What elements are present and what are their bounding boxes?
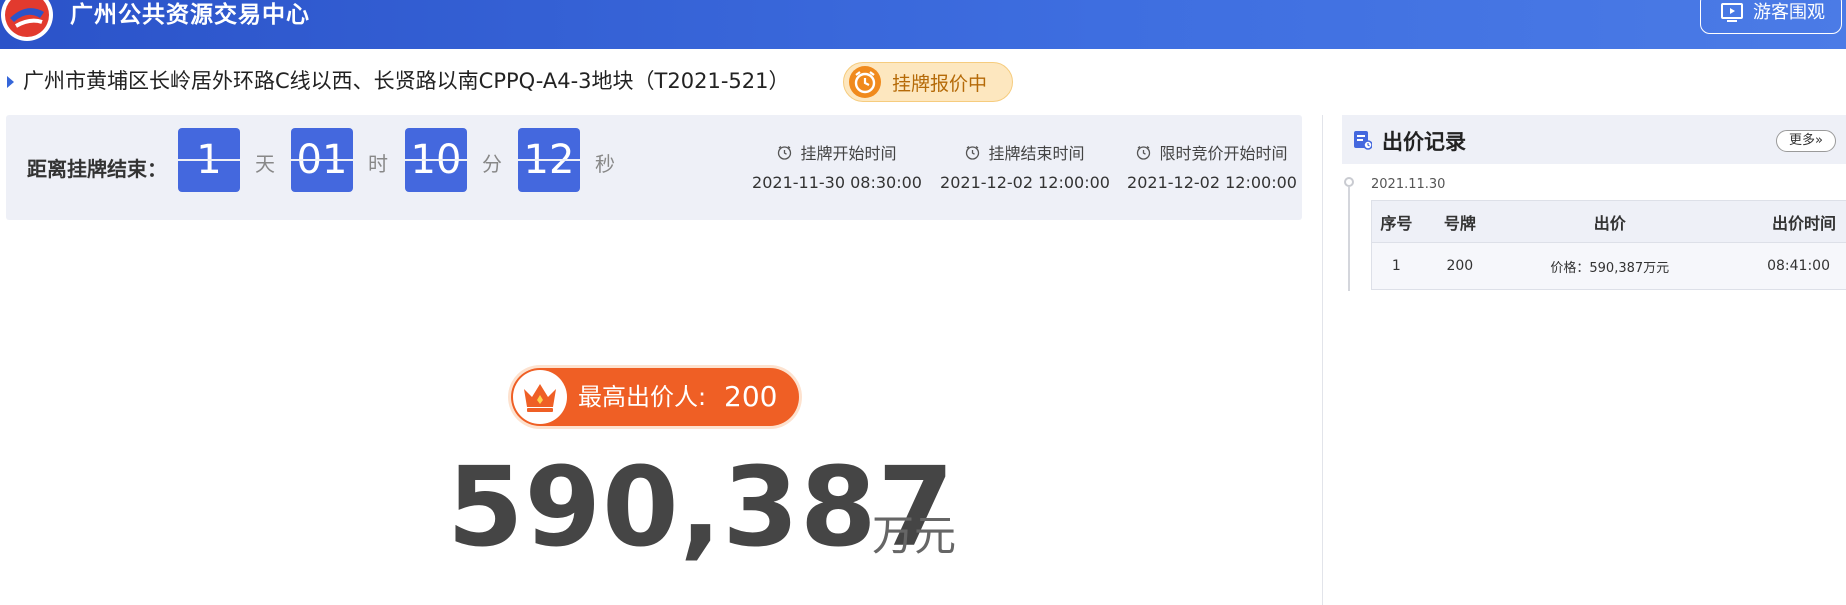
minutes-unit: 分 <box>482 152 502 176</box>
countdown-panel: 距离挂牌结束： 1 天 01 时 10 分 12 秒 挂牌开始时间 2021-1… <box>6 115 1302 220</box>
countdown-days: 1 <box>178 128 240 192</box>
countdown-label: 距离挂牌结束： <box>27 157 167 181</box>
row-seq: 1 <box>1370 242 1421 290</box>
highest-bidder-label: 最高出价人: <box>578 383 707 411</box>
row-bid-time: 08:41:00 <box>1720 242 1846 290</box>
table-row: 1 200 价格：590,387万元 08:41:00 <box>1370 242 1846 290</box>
row-bid: 价格：590,387万元 <box>1498 242 1721 290</box>
top-header: 广州公共资源交易中心 游客围观 <box>0 0 1846 49</box>
days-unit: 天 <box>255 152 275 176</box>
guest-view-label: 游客围观 <box>1753 2 1825 23</box>
listing-end-value: 2021-12-02 12:00:00 <box>940 173 1110 192</box>
listing-start-time: 挂牌开始时间 2021-11-30 08:30:00 <box>747 141 927 192</box>
row-number: 200 <box>1420 242 1499 290</box>
countdown-seconds: 12 <box>518 128 580 192</box>
listing-end-label: 挂牌结束时间 <box>988 144 1085 163</box>
highest-bidder-number: 200 <box>724 380 778 413</box>
timeline-line <box>1348 187 1350 291</box>
timeline-dot <box>1344 177 1354 187</box>
title-arrow-icon <box>7 76 14 88</box>
bidding-start-time: 限时竞价开始时间 2021-12-02 12:00:00 <box>1122 141 1302 192</box>
listing-end-time: 挂牌结束时间 2021-12-02 12:00:00 <box>935 141 1115 192</box>
status-label: 挂牌报价中 <box>892 72 988 95</box>
highest-bidder-badge: 最高出价人: 200 <box>511 368 799 426</box>
column-divider <box>1322 115 1323 605</box>
crown-icon <box>524 384 556 412</box>
col-seq: 序号 <box>1370 200 1421 243</box>
price-unit: 万元 <box>872 511 957 560</box>
col-bid-time: 出价时间 <box>1720 200 1846 243</box>
records-list-icon <box>1354 131 1372 150</box>
table-header-row: 序号 号牌 出价 出价时间 <box>1370 200 1846 243</box>
more-records-button[interactable]: 更多» <box>1776 130 1836 152</box>
bidding-start-value: 2021-12-02 12:00:00 <box>1127 173 1297 192</box>
record-date: 2021.11.30 <box>1371 177 1446 192</box>
clock-icon <box>966 145 980 160</box>
bid-records-header: 出价记录 更多» <box>1342 115 1846 164</box>
status-badge: 挂牌报价中 <box>843 62 1013 102</box>
alarm-clock-icon <box>849 66 881 98</box>
play-screen-icon <box>1721 3 1743 22</box>
bid-records-title: 出价记录 <box>1382 130 1466 154</box>
guest-view-button[interactable]: 游客围观 <box>1700 0 1842 34</box>
clock-icon <box>1137 145 1151 160</box>
col-bid: 出价 <box>1498 200 1721 243</box>
countdown-hours: 01 <box>291 128 353 192</box>
logo-icon <box>1 0 53 41</box>
site-title: 广州公共资源交易中心 <box>70 2 310 28</box>
col-number: 号牌 <box>1420 200 1499 243</box>
plot-title: 广州市黄埔区长岭居外环路C线以西、长贤路以南CPPQ-A4-3地块（T2021-… <box>23 69 790 93</box>
clock-icon <box>778 145 792 160</box>
crown-circle <box>513 370 567 424</box>
listing-start-value: 2021-11-30 08:30:00 <box>752 173 922 192</box>
bid-records-table: 序号 号牌 出价 出价时间 1 200 价格：590,387万元 08:41:0… <box>1370 200 1846 290</box>
listing-start-label: 挂牌开始时间 <box>800 144 897 163</box>
bidding-start-label: 限时竞价开始时间 <box>1159 144 1288 163</box>
countdown-minutes: 10 <box>405 128 467 192</box>
seconds-unit: 秒 <box>595 152 615 176</box>
hours-unit: 时 <box>368 152 388 176</box>
